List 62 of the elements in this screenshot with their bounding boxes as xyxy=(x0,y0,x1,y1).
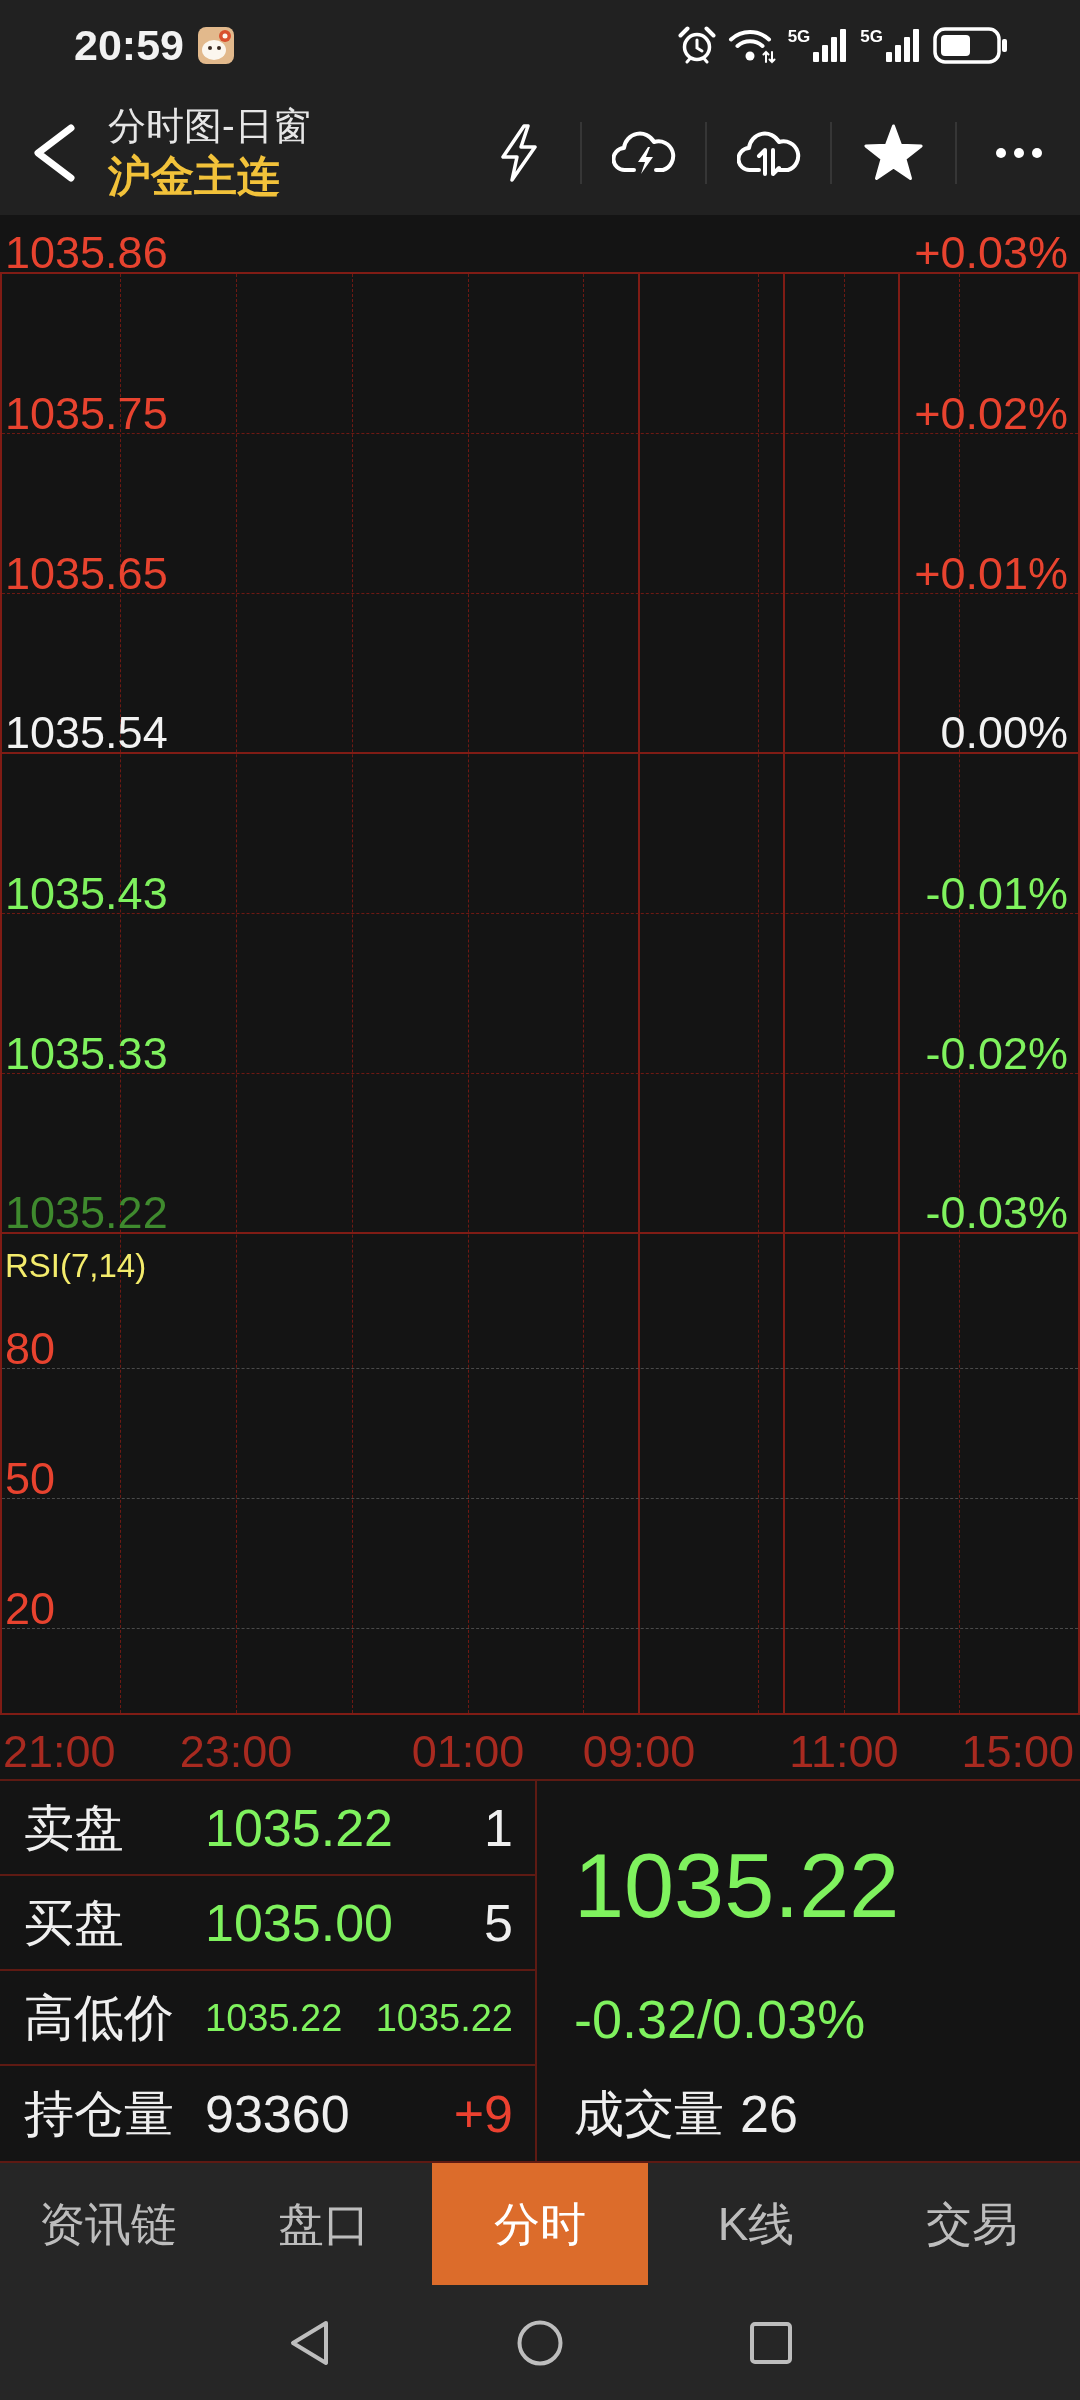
tab[interactable]: 资讯链 xyxy=(0,2163,216,2285)
open-interest-value: 93360 xyxy=(205,2087,350,2140)
percent-axis-label: +0.02% xyxy=(914,395,1068,433)
price-axis-label: 1035.22 xyxy=(5,1194,168,1232)
indicator-label: RSI(7,14) xyxy=(5,1247,147,1284)
open-interest-change: +9 xyxy=(453,2087,513,2140)
quote-volume: 5 xyxy=(484,1896,513,1949)
app-icon xyxy=(198,26,234,64)
alarm-icon xyxy=(677,26,716,64)
tab[interactable]: 交易 xyxy=(864,2163,1080,2285)
back-icon[interactable] xyxy=(288,2319,330,2366)
price-axis-label: 1035.75 xyxy=(5,395,168,433)
quote-label: 高低价 xyxy=(24,1992,175,2043)
page-title: 分时图-日窗 xyxy=(108,105,311,146)
time-axis-label: 01:00 xyxy=(411,1733,525,1771)
volume-label: 成交量 xyxy=(574,2088,724,2139)
battery-icon xyxy=(933,26,1009,64)
signal-icon xyxy=(812,28,849,62)
time-axis-label: 15:00 xyxy=(961,1733,1074,1771)
home-icon[interactable] xyxy=(517,2319,563,2366)
quote-label: 买盘 xyxy=(24,1897,125,1948)
status-time: 20:59 xyxy=(74,23,184,67)
price-axis-label: 1035.86 xyxy=(5,234,168,272)
recents-icon[interactable] xyxy=(750,2321,792,2364)
time-axis-label: 21:00 xyxy=(3,1733,116,1771)
quote-volume: 1 xyxy=(484,1801,513,1854)
quote-label: 卖盘 xyxy=(24,1802,125,1853)
quote-price: 1035.00 xyxy=(205,1896,393,1949)
percent-axis-label: -0.03% xyxy=(925,1194,1068,1232)
rsi-level-label: 80 xyxy=(5,1330,56,1368)
time-axis-label: 11:00 xyxy=(789,1733,899,1771)
rsi-level-label: 50 xyxy=(5,1460,56,1498)
price-axis-label: 1035.65 xyxy=(5,555,168,593)
high-price: 1035.22 xyxy=(205,1998,343,2037)
network-type-label: 5G xyxy=(860,28,883,45)
instrument-name: 沪金主连 xyxy=(108,151,281,200)
rsi-level-label: 20 xyxy=(5,1590,56,1628)
tab[interactable]: 盘口 xyxy=(216,2163,432,2285)
last-price: 1035.22 xyxy=(574,1841,900,1931)
cloud-arrows-icon[interactable] xyxy=(736,129,801,176)
tab[interactable]: K线 xyxy=(648,2163,864,2285)
price-axis-label: 1035.33 xyxy=(5,1035,168,1073)
low-price: 1035.22 xyxy=(375,1998,513,2037)
volume-value: 26 xyxy=(740,2087,798,2140)
cloud-lightning-icon[interactable] xyxy=(611,129,676,176)
price-change: -0.32/0.03% xyxy=(574,1991,866,2046)
percent-axis-label: -0.01% xyxy=(925,875,1068,913)
time-axis-label: 09:00 xyxy=(582,1733,696,1771)
percent-axis-label: 0.00% xyxy=(940,714,1068,752)
price-axis-label: 1035.43 xyxy=(5,875,168,913)
network-type-label: 5G xyxy=(787,28,811,45)
quote-label: 持仓量 xyxy=(24,2088,175,2139)
signal-icon xyxy=(885,28,921,62)
more-icon[interactable] xyxy=(994,146,1043,159)
quote-price: 1035.22 xyxy=(205,1801,393,1854)
percent-axis-label: +0.03% xyxy=(914,234,1068,272)
back-icon[interactable] xyxy=(31,123,77,182)
percent-axis-label: -0.02% xyxy=(925,1035,1068,1073)
time-axis-label: 23:00 xyxy=(179,1733,293,1771)
price-axis-label: 1035.54 xyxy=(5,714,168,752)
star-icon[interactable] xyxy=(863,123,924,182)
percent-axis-label: +0.01% xyxy=(914,555,1068,593)
